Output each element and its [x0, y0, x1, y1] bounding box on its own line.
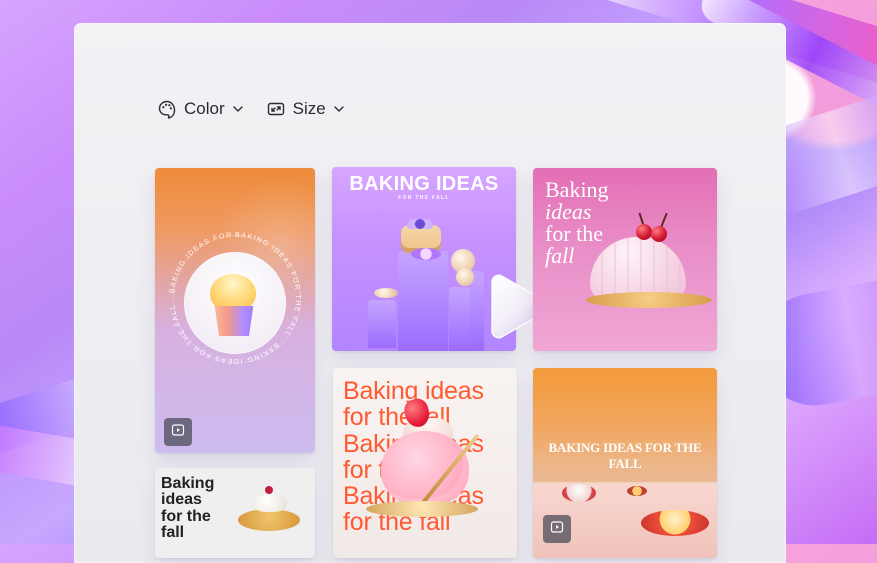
- palette-icon: [157, 99, 177, 119]
- resize-icon: [266, 99, 286, 119]
- cherry: [636, 224, 652, 240]
- display-pedestal: [368, 300, 396, 348]
- display-pedestal: [449, 287, 471, 351]
- pastry-ball: [456, 268, 474, 286]
- card-title-line: ideas: [545, 199, 592, 224]
- cherry: [651, 226, 667, 242]
- flower-garnish: [411, 248, 441, 260]
- video-indicator: [164, 418, 192, 446]
- bowl: [627, 486, 647, 496]
- dessert-plate: [366, 501, 478, 517]
- cake-plate: [586, 292, 712, 308]
- bowl: [562, 484, 596, 502]
- color-filter-label: Color: [184, 99, 225, 118]
- template-card-repeated-text[interactable]: Baking ideas for the fall Baking ideas f…: [333, 368, 517, 558]
- card-title-line: for the: [161, 507, 211, 525]
- card-title-line: for the: [545, 221, 604, 246]
- display-pedestal: [470, 271, 484, 351]
- template-card-tart[interactable]: Baking ideas for the fall: [155, 468, 315, 558]
- video-icon: [550, 520, 564, 539]
- cupcake-base: [214, 306, 254, 336]
- card-title: BAKING IDEAS FOR THE FALL: [548, 440, 702, 471]
- chevron-down-icon: [232, 103, 244, 115]
- size-filter-label: Size: [292, 99, 326, 118]
- card-title: Baking ideas for the fall: [161, 475, 215, 541]
- video-indicator: [543, 515, 571, 543]
- card-title-line: Baking: [161, 475, 215, 492]
- plate-with-fruit: [641, 510, 709, 536]
- video-icon: [171, 423, 185, 442]
- card-title-line: Baking: [545, 177, 609, 202]
- tart-meringue: [253, 494, 287, 512]
- color-filter-button[interactable]: Color: [157, 99, 244, 119]
- card-title-line: ideas: [161, 491, 202, 509]
- template-card-pink-dome-cake[interactable]: Baking ideas for the fall: [533, 168, 717, 351]
- chevron-down-icon: [333, 103, 345, 115]
- card-subtitle: FOR THE FALL: [398, 195, 450, 201]
- template-card-orange-table[interactable]: BAKING IDEAS FOR THE FALL: [533, 368, 717, 558]
- cherry: [265, 486, 273, 494]
- display-pedestal: [398, 251, 448, 351]
- pastry-tart: [374, 288, 398, 298]
- berry-topping: [407, 219, 433, 229]
- card-title-line: fall: [161, 523, 185, 541]
- template-card-circle-cupcake[interactable]: BAKING IDEAS FOR THE FALL · BAKING IDEAS…: [155, 168, 315, 453]
- size-filter-button[interactable]: Size: [266, 99, 345, 119]
- tart-base: [238, 509, 300, 531]
- card-title: BAKING IDEAS: [349, 173, 499, 195]
- filter-toolbar: Color Size: [157, 99, 345, 119]
